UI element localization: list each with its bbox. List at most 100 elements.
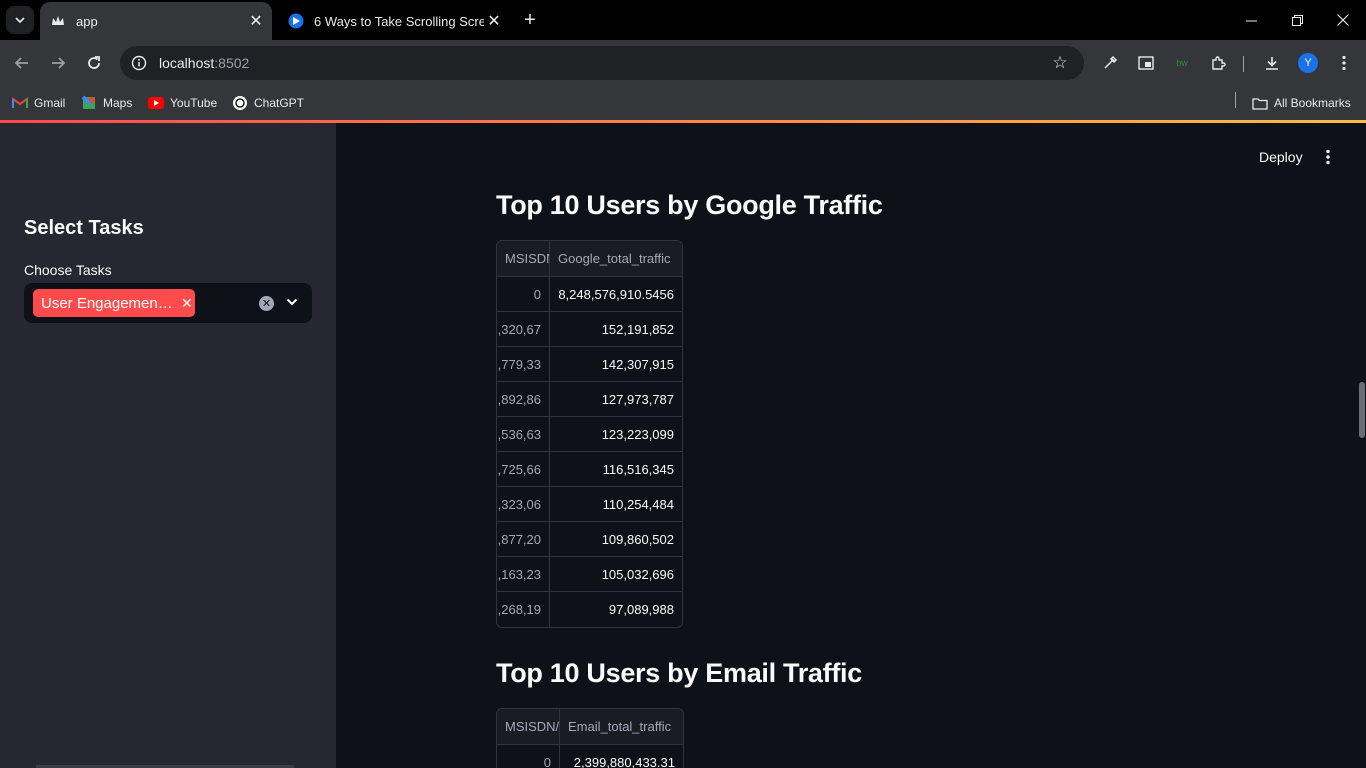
all-bookmarks-button[interactable]: All Bookmarks <box>1252 92 1351 114</box>
column-header[interactable]: Email_total_traffic <box>560 709 683 744</box>
table-cell-msisdn[interactable]: 33,659,779,33 <box>497 347 550 381</box>
table-cell-traffic[interactable]: 109,860,502 <box>550 522 682 556</box>
chevron-down-icon[interactable] <box>284 293 300 311</box>
table-cell-msisdn[interactable]: 33,665,323,06 <box>497 487 550 521</box>
bookmark-label: Maps <box>103 96 133 110</box>
table-cell-traffic[interactable]: 97,089,988 <box>550 592 682 627</box>
table-cell-msisdn[interactable]: 33,663,320,67 <box>497 312 550 346</box>
table-cell-traffic[interactable]: 142,307,915 <box>550 347 682 381</box>
table-row[interactable]: 33,667,163,23 105,032,696 <box>497 557 682 592</box>
tab-title: 6 Ways to Take Scrolling Screens <box>314 13 484 29</box>
toolbar-divider <box>1243 56 1244 72</box>
arrow-left-icon <box>14 57 28 69</box>
table-cell-msisdn[interactable]: 33,618,892,86 <box>497 382 550 416</box>
sidebar: Select Tasks Choose Tasks User Engagemen… <box>0 123 336 768</box>
minimize-button[interactable] <box>1228 0 1274 40</box>
email-traffic-dataframe[interactable]: MSISDN/Number Email_total_traffic 0 2,399… <box>496 708 684 768</box>
browser-toolbar: localhost:8502 ☆ bw Y <box>0 40 1366 86</box>
bookmark-youtube[interactable]: YouTube <box>148 92 217 114</box>
dataframe-header: MSISDN/Number Email_total_traffic <box>497 709 683 745</box>
column-header[interactable]: MSISDN/Number <box>497 709 560 744</box>
table-cell-traffic[interactable]: 2,399,880,433.31 <box>560 745 683 768</box>
cell-text: 33,659,536,63 <box>497 427 541 442</box>
bookmarks-bar: Gmail Maps YouTube ChatGPT All Bookmarks <box>0 86 1366 120</box>
bookmark-label: Gmail <box>34 96 66 110</box>
eyedropper-extension-icon[interactable] <box>1096 49 1124 77</box>
table-row[interactable]: 33,618,892,86 127,973,787 <box>497 382 682 417</box>
table-row[interactable]: 0 2,399,880,433.31 <box>497 745 683 768</box>
cell-text: 0 <box>533 287 541 302</box>
remove-tag-icon[interactable]: ✕ <box>181 295 193 312</box>
table-row[interactable]: 0 8,248,576,910.5456 <box>497 277 682 312</box>
close-tab-icon[interactable]: ✕ <box>246 11 266 31</box>
back-button[interactable] <box>7 48 37 78</box>
reload-icon <box>88 56 100 69</box>
bookmark-label: YouTube <box>170 96 218 110</box>
table-cell-msisdn[interactable]: 0 <box>497 745 560 768</box>
new-tab-button[interactable]: + <box>518 8 542 32</box>
clear-all-icon[interactable]: ✕ <box>259 296 274 311</box>
folder-icon <box>1252 95 1268 111</box>
tasks-multiselect[interactable]: User Engagement Analysis ✕ ✕ <box>24 283 312 323</box>
table-cell-msisdn[interactable]: 33,667,163,23 <box>497 557 550 591</box>
table-cell-traffic[interactable]: 123,223,099 <box>550 417 682 451</box>
gmail-icon <box>12 95 28 111</box>
bookmark-gmail[interactable]: Gmail <box>12 92 65 114</box>
bookmark-maps[interactable]: Maps <box>81 92 132 114</box>
extensions-puzzle-icon[interactable] <box>1204 49 1232 77</box>
table-row[interactable]: 33,619,725,66 116,516,345 <box>497 452 682 487</box>
address-bar[interactable]: localhost:8502 ☆ <box>120 46 1084 80</box>
section-heading: Top 10 Users by Email Traffic <box>496 658 862 688</box>
deploy-button[interactable]: Deploy <box>1250 145 1312 169</box>
cell-text: 33,667,163,23 <box>497 567 541 582</box>
table-row[interactable]: 33,659,779,33 142,307,915 <box>497 347 682 382</box>
reload-button[interactable] <box>79 48 109 78</box>
table-cell-msisdn[interactable]: 33,625,877,20 <box>497 522 550 556</box>
downloads-icon[interactable] <box>1258 49 1286 77</box>
table-cell-msisdn[interactable]: 33,659,536,63 <box>497 417 550 451</box>
close-icon <box>1337 14 1349 26</box>
streamlit-app: Select Tasks Choose Tasks User Engagemen… <box>0 120 1366 768</box>
chevron-down-icon <box>15 17 25 24</box>
tab-search-button[interactable] <box>6 6 34 34</box>
table-cell-msisdn[interactable]: 0 <box>497 277 550 311</box>
table-cell-traffic[interactable]: 110,254,484 <box>550 487 682 521</box>
table-row[interactable]: 33,625,877,20 109,860,502 <box>497 522 682 557</box>
table-row[interactable]: 33,611,268,19 97,089,988 <box>497 592 682 627</box>
table-row[interactable]: 33,663,320,67 152,191,852 <box>497 312 682 347</box>
table-cell-msisdn[interactable]: 33,611,268,19 <box>497 592 550 627</box>
table-row[interactable]: 33,665,323,06 110,254,484 <box>497 487 682 522</box>
table-row[interactable]: 33,659,536,63 123,223,099 <box>497 417 682 452</box>
site-info-icon[interactable] <box>122 55 156 71</box>
table-cell-traffic[interactable]: 152,191,852 <box>550 312 682 346</box>
google-traffic-dataframe[interactable]: MSISDN/Number Google_total_traffic 0 8,24… <box>496 240 683 628</box>
close-tab-icon[interactable]: ✕ <box>484 11 504 31</box>
table-cell-msisdn[interactable]: 33,619,725,66 <box>497 452 550 486</box>
profile-avatar[interactable]: Y <box>1298 53 1318 73</box>
streamlit-crown-icon <box>50 13 66 29</box>
bookmark-star-icon[interactable]: ☆ <box>1050 53 1070 73</box>
page-scrollbar[interactable] <box>1359 382 1365 438</box>
column-header[interactable]: MSISDN/Number <box>497 241 550 276</box>
bookmark-chatgpt[interactable]: ChatGPT <box>232 92 304 114</box>
browser-tab-app[interactable]: app ✕ <box>40 2 272 40</box>
main-menu-icon[interactable] <box>1318 145 1338 169</box>
cell-text: 33,619,725,66 <box>497 462 541 477</box>
restore-button[interactable] <box>1274 0 1320 40</box>
table-cell-traffic[interactable]: 127,973,787 <box>550 382 682 416</box>
close-window-button[interactable] <box>1320 0 1366 40</box>
browser-tab-article[interactable]: 6 Ways to Take Scrolling Screens ✕ <box>278 2 510 40</box>
blue-arrow-favicon-icon <box>288 13 304 29</box>
column-header[interactable]: Google_total_traffic <box>550 241 682 276</box>
url-text: localhost:8502 <box>159 55 250 71</box>
table-cell-traffic[interactable]: 116,516,345 <box>550 452 682 486</box>
table-cell-traffic[interactable]: 8,248,576,910.5456 <box>550 277 682 311</box>
browser-menu-icon[interactable] <box>1330 49 1358 77</box>
selected-task-tag: User Engagement Analysis ✕ <box>33 289 195 317</box>
tag-label: User Engagement Analysis <box>41 294 173 312</box>
picture-in-picture-icon[interactable] <box>1132 49 1160 77</box>
green-extension-icon[interactable]: bw <box>1168 49 1196 77</box>
browser-tab-bar: app ✕ 6 Ways to Take Scrolling Screens ✕… <box>0 0 1366 40</box>
forward-button[interactable] <box>43 48 73 78</box>
table-cell-traffic[interactable]: 105,032,696 <box>550 557 682 591</box>
